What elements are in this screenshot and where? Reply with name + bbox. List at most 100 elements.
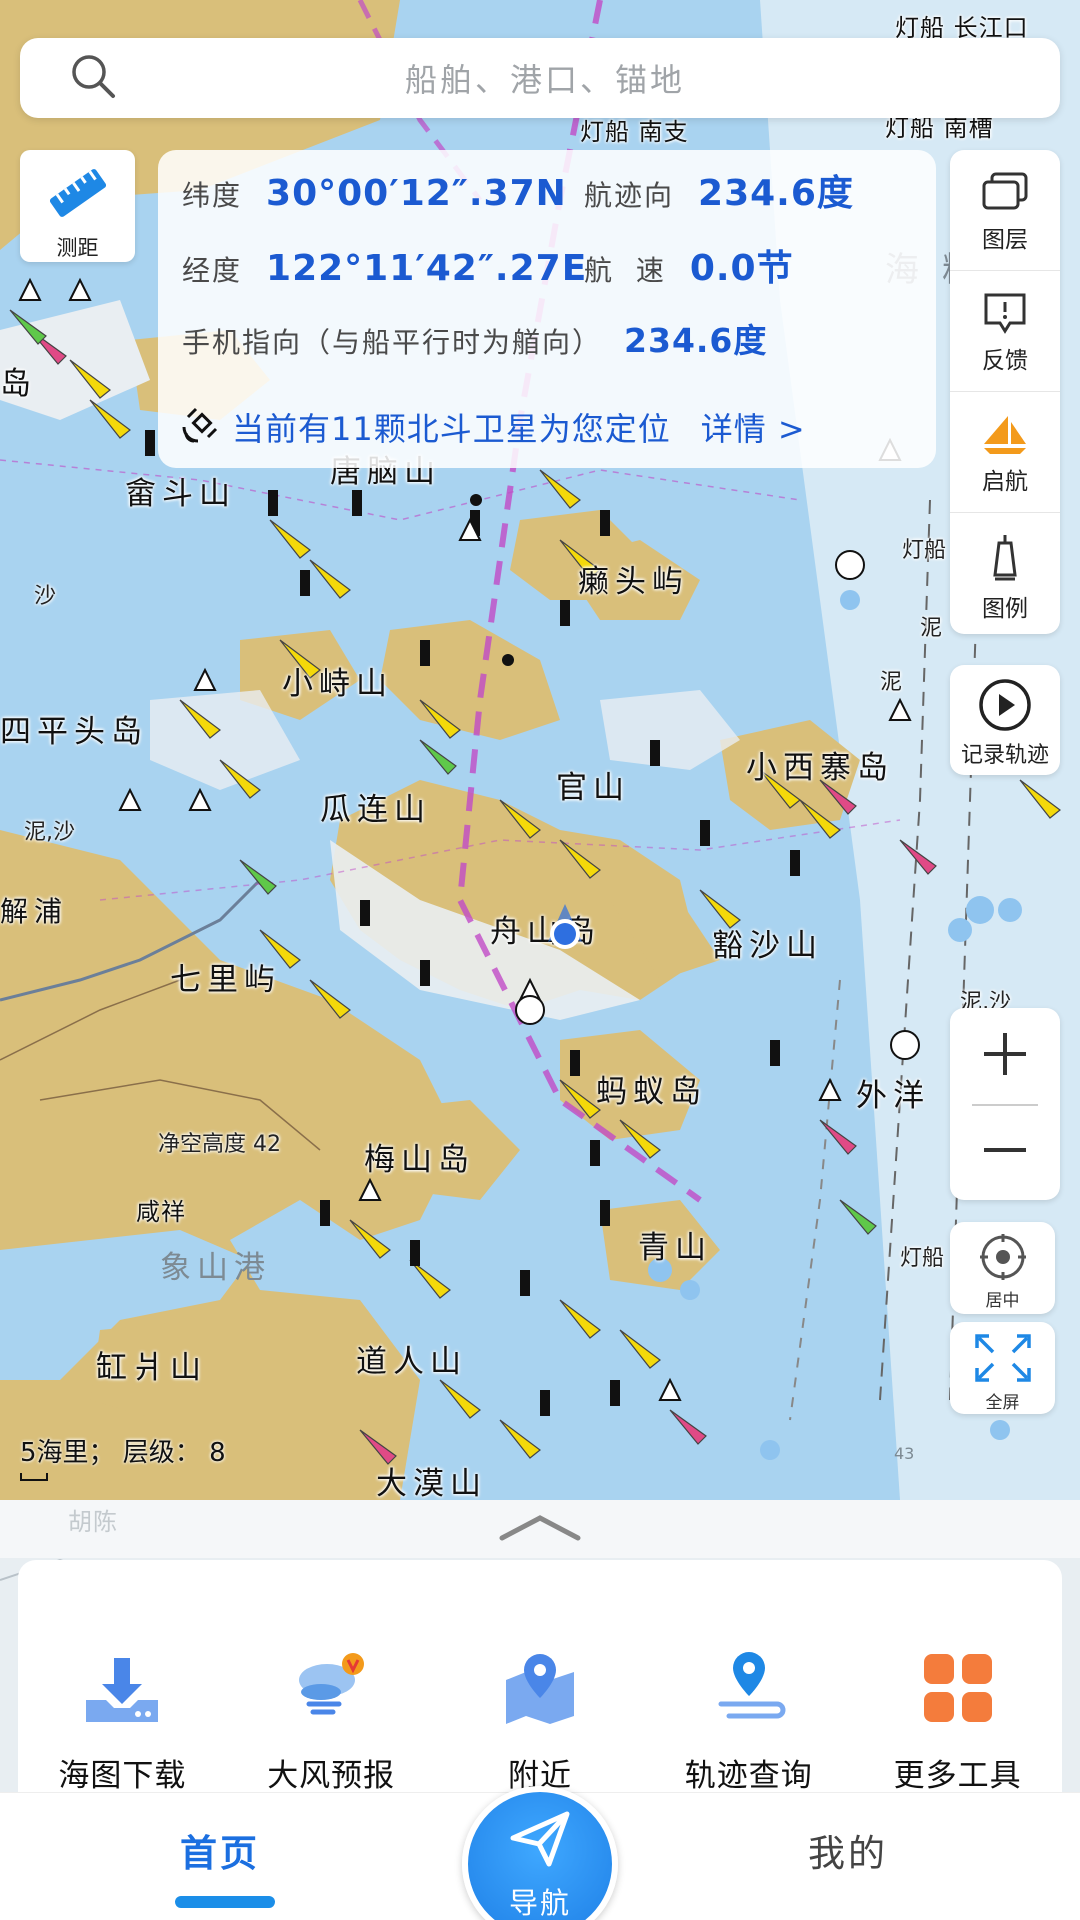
map-label: 蚂蚁岛 xyxy=(596,1074,707,1110)
wind-forecast-icon xyxy=(291,1650,371,1730)
nearby-button[interactable]: 附近 xyxy=(445,1650,635,1794)
map-label: 畲斗山 xyxy=(125,476,236,512)
map-label: 灯船 xyxy=(900,1246,945,1271)
zoom-controls xyxy=(950,1008,1060,1200)
layers-button[interactable]: 图层 xyxy=(950,150,1060,271)
measure-distance-label: 测距 xyxy=(56,236,99,260)
more-tools-button[interactable]: 更多工具 xyxy=(863,1650,1053,1794)
map-label: 大漠山 xyxy=(376,1466,487,1502)
search-input[interactable]: 船舶、港口、锚地 xyxy=(130,55,960,101)
search-icon xyxy=(70,53,130,103)
map-label: 象山港 xyxy=(160,1250,271,1286)
plus-icon xyxy=(980,1029,1030,1083)
scale-text: 5海里； 层级： 8 xyxy=(20,1438,226,1468)
map-label: 官山 xyxy=(556,770,630,806)
right-toolbar: 图层 反馈 启航 图例 xyxy=(950,150,1060,634)
map-label: 道人山 xyxy=(356,1344,467,1380)
feedback-label: 反馈 xyxy=(982,348,1028,374)
map-label: 豁沙山 xyxy=(712,928,823,964)
play-circle-icon xyxy=(977,679,1033,737)
feedback-button[interactable]: 反馈 xyxy=(950,271,1060,392)
tab-home-indicator xyxy=(175,1896,275,1908)
map-label: 小峙山 xyxy=(282,666,393,702)
map-label: 外洋 xyxy=(856,1078,930,1114)
locate-center-icon xyxy=(978,1234,1028,1286)
heading-label: 手机指向（与船平行时为艏向） xyxy=(182,326,603,359)
track-query-label: 轨迹查询 xyxy=(684,1758,813,1794)
record-track-button[interactable]: 记录轨迹 xyxy=(950,665,1060,775)
longitude-label: 经度 xyxy=(182,254,243,287)
map-label: 灯船 xyxy=(902,538,947,563)
map-label: 小西寨岛 xyxy=(746,750,894,786)
tools-sheet: 海图下载 大风预报 附近 轨迹查询 更多工具 xyxy=(18,1560,1062,1794)
navigate-button[interactable]: 导航 xyxy=(462,1786,618,1920)
search-bar[interactable]: 船舶、港口、锚地 xyxy=(20,38,1060,118)
center-label: 居中 xyxy=(985,1291,1020,1311)
ruler-icon xyxy=(46,169,110,228)
map-scale: 5海里； 层级： 8 xyxy=(20,1432,226,1481)
download-icon xyxy=(82,1656,162,1730)
paper-plane-icon xyxy=(505,1811,575,1878)
nearby-map-icon xyxy=(500,1650,580,1730)
legend-button[interactable]: 图例 xyxy=(950,513,1060,634)
map-label: 净空高度 42 xyxy=(158,1132,281,1157)
latitude-value: 30°00′12″.37N xyxy=(266,173,567,214)
wind-forecast-button[interactable]: 大风预报 xyxy=(236,1650,426,1794)
map-label: 癞头屿 xyxy=(578,564,689,600)
course-value: 234.6度 xyxy=(698,173,854,214)
satellite-status[interactable]: 当前有11颗北斗卫星为您定位 详情 > xyxy=(182,389,912,464)
sail-button[interactable]: 启航 xyxy=(950,392,1060,513)
more-tools-label: 更多工具 xyxy=(893,1758,1022,1794)
chart-download-button[interactable]: 海图下载 xyxy=(27,1650,217,1794)
map-label: 泥 xyxy=(920,616,943,641)
tab-mine[interactable]: 我的 xyxy=(808,1823,888,1877)
map-label: 泥,沙 xyxy=(24,820,75,845)
center-location-button[interactable]: 居中 xyxy=(950,1222,1055,1314)
speed-label: 航 速 xyxy=(584,254,666,287)
current-position-marker xyxy=(548,904,582,949)
navigate-label: 导航 xyxy=(508,1886,571,1920)
zoom-divider xyxy=(972,1104,1038,1106)
map-label: 43 xyxy=(894,1444,915,1463)
sail-label: 启航 xyxy=(982,469,1028,495)
map-label: 缸爿山 xyxy=(96,1350,207,1386)
map-label: 梅山岛 xyxy=(364,1142,475,1178)
tab-home[interactable]: 首页 xyxy=(180,1823,260,1877)
map-label: 咸祥 xyxy=(136,1198,186,1226)
map-label: 青山 xyxy=(638,1230,712,1266)
map-label: 瓜连山 xyxy=(320,792,431,828)
map-label: 泥 xyxy=(880,670,903,695)
legend-label: 图例 xyxy=(982,596,1028,622)
fullscreen-button[interactable]: 全屏 xyxy=(950,1322,1055,1414)
map-label: 四平头岛 xyxy=(0,714,148,750)
measure-distance-button[interactable]: 测距 xyxy=(20,150,135,262)
wind-forecast-label: 大风预报 xyxy=(267,1758,396,1794)
speed-value: 0.0节 xyxy=(689,248,794,289)
map-label: 岛 xyxy=(0,366,37,402)
navigation-info-panel: 纬度 30°00′12″.37N 航迹向 234.6度 经度 122°11′42… xyxy=(158,150,936,468)
map-label: 沙 xyxy=(34,584,57,609)
heading-value: 234.6度 xyxy=(624,321,768,360)
feedback-icon xyxy=(978,293,1032,339)
chart-download-label: 海图下载 xyxy=(58,1758,187,1794)
map-label: 七里屿 xyxy=(170,962,281,998)
more-tools-icon xyxy=(918,1650,998,1730)
layers-label: 图层 xyxy=(982,227,1028,253)
track-query-icon xyxy=(709,1650,789,1730)
map-label: 解浦 xyxy=(0,895,69,928)
scale-bar xyxy=(20,1473,48,1481)
chevron-up-icon xyxy=(498,1512,582,1546)
satellite-icon xyxy=(182,403,222,451)
fullscreen-label: 全屏 xyxy=(985,1393,1020,1413)
zoom-in-button[interactable] xyxy=(950,1008,1060,1104)
satellite-text: 当前有11颗北斗卫星为您定位 xyxy=(232,409,671,448)
record-track-label: 记录轨迹 xyxy=(960,743,1049,768)
layers-icon xyxy=(978,172,1032,218)
longitude-value: 122°11′42″.27E xyxy=(266,248,588,289)
zoom-out-button[interactable] xyxy=(950,1104,1060,1200)
track-query-button[interactable]: 轨迹查询 xyxy=(654,1650,844,1794)
sheet-expand-handle[interactable] xyxy=(0,1500,1080,1558)
details-link[interactable]: 详情 > xyxy=(701,404,806,450)
latitude-label: 纬度 xyxy=(182,179,243,212)
sail-icon xyxy=(978,416,1032,460)
